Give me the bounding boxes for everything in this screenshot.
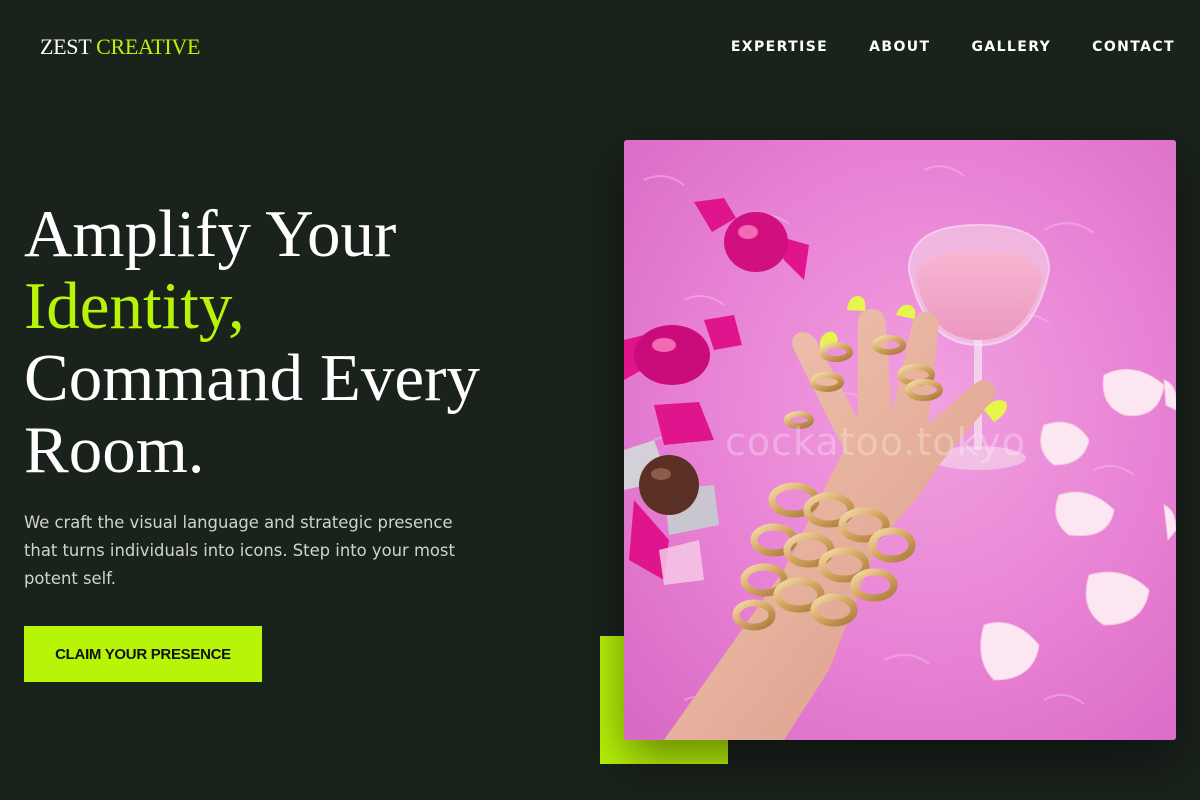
logo-accent: CREATIVE <box>96 34 201 59</box>
hero-title: Amplify Your Identity, Command Every Roo… <box>24 198 584 486</box>
nav-link-gallery[interactable]: GALLERY <box>971 38 1051 56</box>
logo-primary: ZEST <box>40 34 91 59</box>
logo[interactable]: ZEST CREATIVE <box>40 33 200 61</box>
hero-image <box>624 140 1176 740</box>
nav-link-expertise[interactable]: EXPERTISE <box>731 38 828 56</box>
hero-title-accent: Identity, <box>24 269 245 343</box>
claim-presence-button[interactable]: CLAIM YOUR PRESENCE <box>24 626 262 682</box>
nav-link-contact[interactable]: CONTACT <box>1092 38 1175 56</box>
hero-title-line-3: Command Every <box>24 341 480 415</box>
hero-title-line-1: Amplify Your <box>24 197 397 271</box>
main-nav: EXPERTISE ABOUT GALLERY CONTACT <box>731 38 1175 56</box>
nav-link-about[interactable]: ABOUT <box>869 38 930 56</box>
hero-title-line-4: Room. <box>24 413 205 487</box>
site-header: ZEST CREATIVE EXPERTISE ABOUT GALLERY CO… <box>0 0 1200 96</box>
hero-subtitle: We craft the visual language and strateg… <box>24 513 455 588</box>
